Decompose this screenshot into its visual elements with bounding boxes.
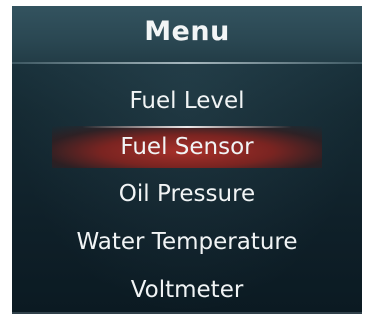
menu-title: Menu [144, 16, 230, 47]
screen-bottom-edge [12, 312, 362, 314]
menu-header: Menu [12, 6, 362, 64]
menu-item-oil-pressure[interactable]: Oil Pressure [12, 174, 362, 214]
device-frame: Menu Fuel Level Fuel Sensor Oil Pressure… [0, 0, 372, 320]
header-divider [12, 62, 362, 64]
menu-item-fuel-sensor[interactable]: Fuel Sensor [12, 127, 362, 167]
display-screen: Menu Fuel Level Fuel Sensor Oil Pressure… [12, 6, 362, 314]
menu-item-water-temperature[interactable]: Water Temperature [12, 222, 362, 262]
menu-item-fuel-level[interactable]: Fuel Level [12, 81, 362, 121]
menu-item-voltmeter[interactable]: Voltmeter [12, 270, 362, 310]
